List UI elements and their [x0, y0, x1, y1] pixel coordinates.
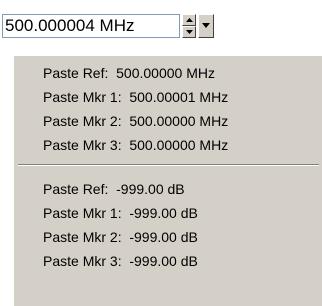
menu-item-paste-mkr1-amplitude[interactable]: Paste Mkr 1: -999.00 dB	[14, 202, 322, 224]
paste-context-menu: Paste Ref: 500.00000 MHz Paste Mkr 1: 50…	[13, 55, 322, 306]
spin-down-button[interactable]	[182, 26, 196, 38]
triangle-up-icon	[186, 18, 193, 22]
triangle-down-icon	[186, 30, 193, 34]
frequency-input[interactable]	[2, 14, 180, 38]
frequency-control	[2, 14, 214, 38]
menu-item-paste-mkr3-frequency[interactable]: Paste Mkr 3: 500.00000 MHz	[14, 134, 322, 156]
menu-item-paste-ref-amplitude[interactable]: Paste Ref: -999.00 dB	[14, 178, 322, 200]
menu-item-paste-ref-frequency[interactable]: Paste Ref: 500.00000 MHz	[14, 62, 322, 84]
chevron-down-icon	[202, 23, 210, 28]
spin-up-button[interactable]	[182, 14, 196, 26]
menu-item-paste-mkr3-amplitude[interactable]: Paste Mkr 3: -999.00 dB	[14, 250, 322, 272]
menu-item-paste-mkr1-frequency[interactable]: Paste Mkr 1: 500.00001 MHz	[14, 86, 322, 108]
menu-item-paste-mkr2-amplitude[interactable]: Paste Mkr 2: -999.00 dB	[14, 226, 322, 248]
frequency-spinner	[182, 14, 196, 38]
paste-menu-dropdown-button[interactable]	[198, 14, 214, 38]
menu-item-paste-mkr2-frequency[interactable]: Paste Mkr 2: 500.00000 MHz	[14, 110, 322, 132]
menu-separator	[18, 164, 319, 166]
